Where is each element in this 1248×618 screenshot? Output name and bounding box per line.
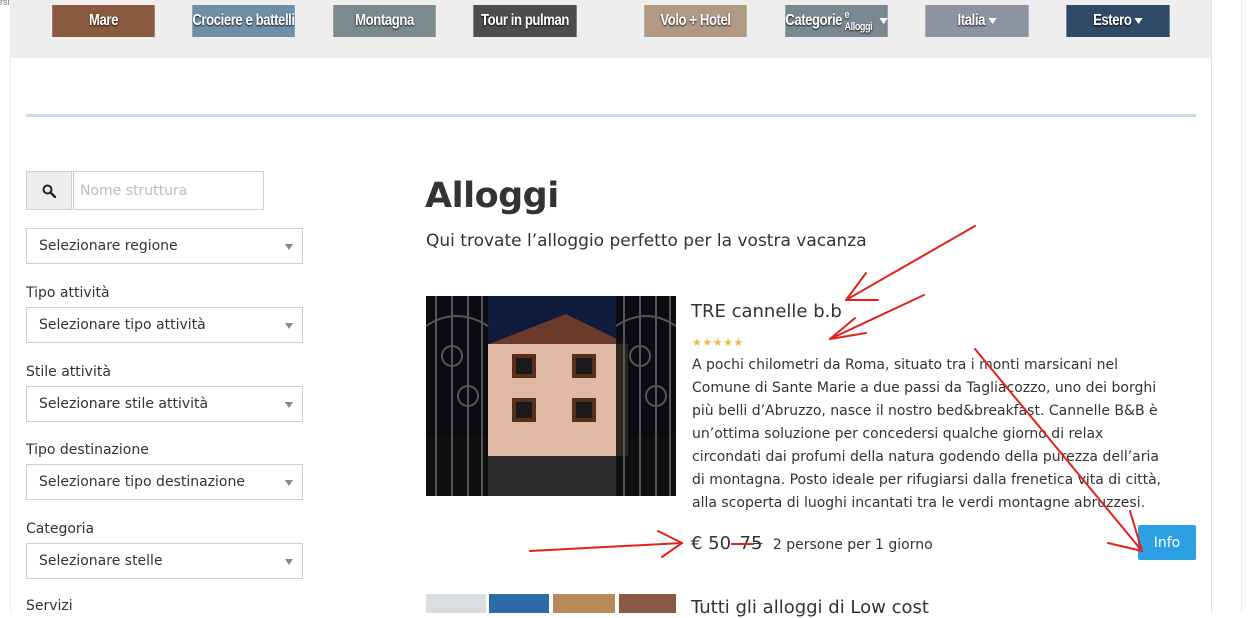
price-row: € 50 75 2 persone per 1 giorno bbox=[691, 533, 933, 554]
next-listing-thumb-1[interactable] bbox=[426, 594, 486, 613]
activity-type-select-value: Selezionare tipo attività bbox=[39, 317, 206, 333]
nav-tile-6[interactable]: Italia bbox=[925, 5, 1029, 37]
property-name-search-input[interactable] bbox=[73, 171, 264, 210]
category-nav-bar bbox=[11, 0, 1211, 58]
nav-tile-2[interactable]: Montagna bbox=[333, 5, 436, 37]
annotation-arrow-to-stars bbox=[829, 294, 925, 340]
nav-label: Tour in pulman bbox=[480, 12, 570, 29]
listing-description: A pochi chilometri da Roma, situato tra … bbox=[692, 357, 1162, 511]
next-listing-title[interactable]: Tutti gli alloggi di Low cost bbox=[691, 597, 929, 618]
page-title: Alloggi bbox=[425, 176, 559, 216]
activity-type-label: Tipo attività bbox=[26, 285, 110, 301]
destination-type-select-value: Selezionare tipo destinazione bbox=[39, 474, 245, 490]
nav-tile-4[interactable]: Volo + Hotel bbox=[644, 5, 747, 37]
house-gate-photo-icon bbox=[426, 296, 676, 496]
next-listing-thumb-3[interactable] bbox=[553, 594, 615, 613]
annotation-arrow-to-price bbox=[529, 542, 683, 552]
select-caret-icon bbox=[285, 480, 293, 486]
select-caret-icon bbox=[285, 244, 293, 250]
listing-name[interactable]: TRE cannelle b.b bbox=[691, 301, 842, 322]
nav-label: Montagna bbox=[355, 12, 414, 29]
next-listing-thumb-2[interactable] bbox=[489, 594, 549, 613]
services-label: Servizi bbox=[26, 598, 73, 614]
nav-label-suffix: e Alloggi bbox=[844, 9, 873, 33]
activity-style-select-value: Selezionare stile attività bbox=[39, 396, 209, 412]
select-caret-icon bbox=[285, 559, 293, 565]
region-select-value: Selezionare regione bbox=[39, 238, 178, 254]
listing-photo[interactable] bbox=[426, 296, 676, 496]
nav-label: Mare bbox=[88, 12, 118, 29]
nav-tile-3[interactable]: Tour in pulman bbox=[473, 5, 577, 37]
search-icon bbox=[42, 184, 56, 198]
dropdown-caret-icon bbox=[988, 18, 997, 24]
category-label: Categoria bbox=[26, 521, 95, 537]
price-note: 2 persone per 1 giorno bbox=[772, 537, 933, 553]
info-button[interactable]: Info bbox=[1138, 525, 1196, 560]
dropdown-caret-icon bbox=[1134, 18, 1143, 24]
region-select[interactable]: Selezionare regione bbox=[26, 228, 303, 264]
page-left-border bbox=[10, 0, 11, 613]
category-select-value: Selezionare stelle bbox=[39, 553, 163, 569]
activity-style-label: Stile attività bbox=[26, 364, 111, 380]
next-listing-thumb-4[interactable] bbox=[619, 594, 676, 613]
activity-style-select[interactable]: Selezionare stile attività bbox=[26, 386, 303, 422]
category-select[interactable]: Selezionare stelle bbox=[26, 543, 303, 579]
nav-label: Volo + Hotel bbox=[660, 12, 731, 29]
activity-type-select[interactable]: Selezionare tipo attività bbox=[26, 307, 303, 343]
page-right-border bbox=[1211, 0, 1212, 613]
dropdown-caret-icon bbox=[879, 18, 888, 24]
nav-tile-1[interactable]: Crociere e battelli bbox=[192, 5, 295, 37]
page-subtitle: Qui trovate l’alloggio perfetto per la v… bbox=[426, 231, 867, 251]
nav-tile-0[interactable]: Mare bbox=[52, 5, 155, 37]
destination-type-label: Tipo destinazione bbox=[26, 442, 149, 458]
nav-label: Italia bbox=[957, 12, 986, 29]
nav-tile-5[interactable]: Categorie e Alloggi bbox=[785, 5, 888, 37]
listing-old-price: 75 bbox=[739, 533, 763, 554]
select-caret-icon bbox=[285, 402, 293, 408]
rating-stars-icon: ★★★★★ bbox=[692, 336, 744, 349]
nav-label: Categorie bbox=[785, 12, 843, 29]
nav-label: Crociere e battelli bbox=[192, 12, 295, 29]
window-right-border bbox=[1241, 0, 1242, 613]
nav-tile-7[interactable]: Estero bbox=[1066, 5, 1170, 37]
select-caret-icon bbox=[285, 323, 293, 329]
destination-type-select[interactable]: Selezionare tipo destinazione bbox=[26, 464, 303, 500]
listing-price: € 50 bbox=[691, 533, 732, 554]
header-divider bbox=[26, 114, 1196, 117]
search-button[interactable] bbox=[26, 171, 72, 210]
nav-label: Estero bbox=[1093, 12, 1132, 29]
